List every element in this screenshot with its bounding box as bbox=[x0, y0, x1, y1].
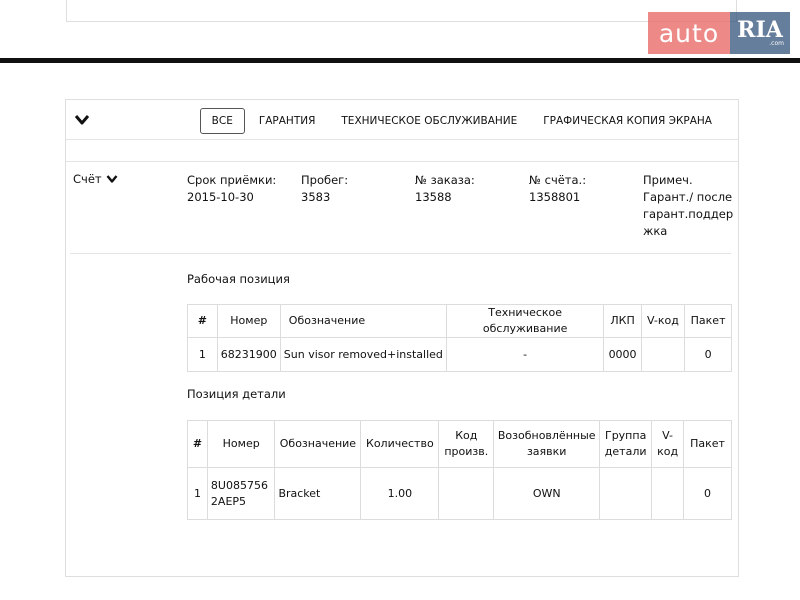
column-header: Пакет bbox=[683, 420, 732, 468]
column-header: Обозначение bbox=[274, 420, 362, 468]
invoice-toggle[interactable]: Счёт bbox=[73, 172, 118, 186]
table-cell: 8U0857562AEP5 bbox=[206, 467, 276, 520]
table-cell: 1 bbox=[187, 337, 218, 372]
table-cell bbox=[651, 467, 685, 520]
table-cell: - bbox=[445, 337, 605, 372]
tab-screen-copy[interactable]: ГРАФИЧЕСКАЯ КОПИЯ ЭКРАНА bbox=[531, 108, 724, 134]
logo-ria-text: RIA bbox=[737, 16, 783, 43]
invoice-toggle-label: Счёт bbox=[73, 172, 102, 186]
logo-ria-sub: .com bbox=[769, 39, 784, 47]
invoice-number-value: 1358801 bbox=[529, 190, 581, 204]
service-record-card: ВСЕ ГАРАНТИЯ ТЕХНИЧЕСКОЕ ОБСЛУЖИВАНИЕ ГР… bbox=[65, 99, 739, 577]
invoice-number-field: № счёта.: 1358801 bbox=[529, 172, 586, 206]
intake-date-field: Срок приёмки: 2015-10-30 bbox=[187, 172, 276, 206]
order-number-label: № заказа: bbox=[415, 173, 475, 187]
column-header: Обозначение bbox=[279, 304, 447, 338]
column-header: # bbox=[187, 304, 218, 338]
chevron-down-icon bbox=[106, 175, 118, 183]
column-header: Номер bbox=[216, 304, 281, 338]
column-header: # bbox=[187, 420, 208, 468]
table-cell bbox=[438, 467, 495, 520]
tab-maintenance[interactable]: ТЕХНИЧЕСКОЕ ОБСЛУЖИВАНИЕ bbox=[329, 108, 529, 134]
table-header-row: # Номер Обозначение Техническое обслужив… bbox=[187, 304, 732, 338]
watermark-logo: auto RIA .com bbox=[648, 12, 790, 54]
previous-card bbox=[66, 0, 737, 22]
tab-warranty[interactable]: ГАРАНТИЯ bbox=[247, 108, 328, 134]
column-header: Код произв. bbox=[438, 420, 495, 468]
column-header: Номер bbox=[206, 420, 276, 468]
table-row: 1 68231900 Sun visor removed+installed -… bbox=[187, 337, 732, 372]
mileage-field: Пробег: 3583 bbox=[301, 172, 348, 206]
table-cell: OWN bbox=[493, 467, 601, 520]
intake-date-value: 2015-10-30 bbox=[187, 190, 254, 204]
column-header: Пакет bbox=[684, 304, 732, 338]
work-position-table: # Номер Обозначение Техническое обслужив… bbox=[187, 304, 732, 372]
tab-all[interactable]: ВСЕ bbox=[199, 108, 245, 134]
table-cell bbox=[599, 467, 653, 520]
table-cell: 0000 bbox=[603, 337, 642, 372]
table-header-row: # Номер Обозначение Количество Код произ… bbox=[187, 420, 732, 468]
invoice-number-label: № счёта.: bbox=[529, 173, 587, 187]
order-number-value: 13588 bbox=[415, 190, 452, 204]
note-value: Гарант./ послегарант.поддержка bbox=[643, 190, 734, 238]
table-cell: Sun visor removed+installed bbox=[279, 337, 447, 372]
column-header: Количество bbox=[360, 420, 440, 468]
tab-bar: ВСЕ ГАРАНТИЯ ТЕХНИЧЕСКОЕ ОБСЛУЖИВАНИЕ ГР… bbox=[66, 100, 738, 140]
table-cell: 0 bbox=[683, 467, 732, 520]
tabs: ВСЕ ГАРАНТИЯ ТЕХНИЧЕСКОЕ ОБСЛУЖИВАНИЕ ГР… bbox=[198, 108, 724, 134]
order-number-field: № заказа: 13588 bbox=[415, 172, 475, 206]
divider bbox=[70, 253, 731, 254]
section-divider bbox=[0, 58, 800, 63]
table-cell bbox=[640, 337, 686, 372]
table-cell: 0 bbox=[684, 337, 732, 372]
table-row: 1 8U0857562AEP5 Bracket 1.00 OWN 0 bbox=[187, 467, 732, 520]
column-header: Группа детали bbox=[599, 420, 653, 468]
parts-section-title: Позиция детали bbox=[187, 387, 286, 401]
column-header: V-код bbox=[640, 304, 686, 338]
note-label: Примеч. bbox=[643, 173, 693, 187]
column-header: ЛКП bbox=[603, 304, 642, 338]
column-header: V-код bbox=[651, 420, 685, 468]
table-cell: 1 bbox=[187, 467, 208, 520]
parts-position-table: # Номер Обозначение Количество Код произ… bbox=[187, 420, 732, 520]
table-cell: 68231900 bbox=[216, 337, 281, 372]
work-section-title: Рабочая позиция bbox=[187, 272, 290, 286]
empty-strip bbox=[66, 140, 738, 162]
column-header: Техническое обслуживание bbox=[445, 304, 605, 338]
mileage-value: 3583 bbox=[301, 190, 331, 204]
intake-date-label: Срок приёмки: bbox=[187, 173, 277, 187]
table-cell: 1.00 bbox=[360, 467, 440, 520]
mileage-label: Пробег: bbox=[301, 173, 349, 187]
table-cell: Bracket bbox=[274, 467, 362, 520]
chevron-down-icon[interactable] bbox=[74, 113, 90, 127]
logo-ria-block: RIA .com bbox=[730, 12, 790, 54]
logo-auto-text: auto bbox=[648, 12, 730, 54]
note-field: Примеч. Гарант./ послегарант.поддержка bbox=[643, 172, 735, 240]
column-header: Возобновлённые заявки bbox=[493, 420, 601, 468]
